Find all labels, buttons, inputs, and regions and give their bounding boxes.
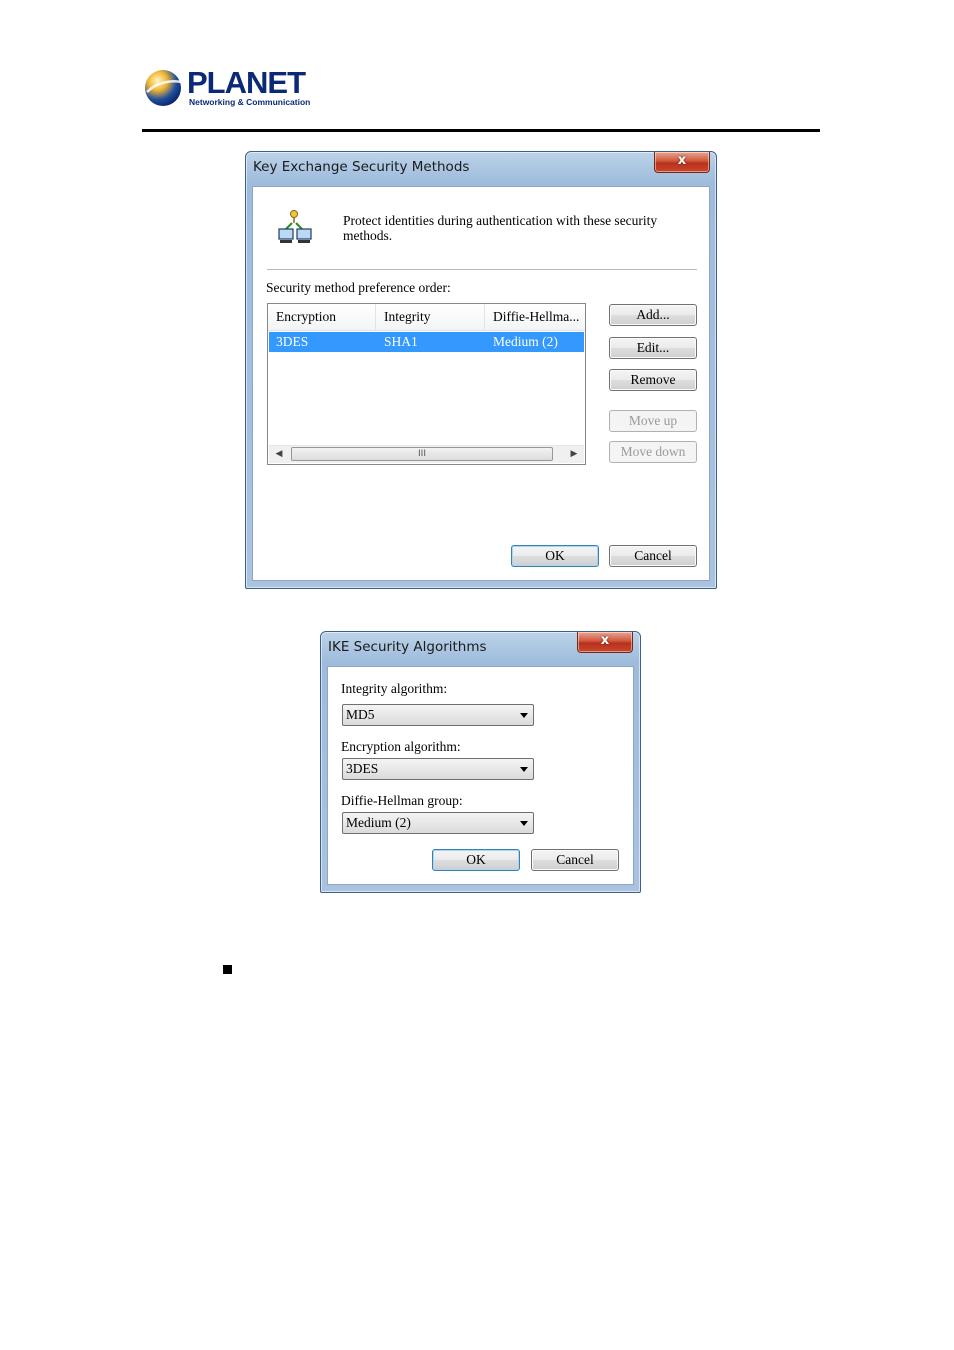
chevron-down-icon [520,821,528,826]
scroll-left-icon[interactable]: ◀ [271,447,287,462]
description-text: Protect identities during authentication… [343,213,658,243]
header-divider [142,129,820,132]
network-key-icon [278,210,312,243]
bullet-square-icon [223,965,232,974]
list-header: Encryption Integrity Diffie-Hellma... [268,304,585,331]
close-icon: x [600,633,610,648]
remove-button[interactable]: Remove [609,369,697,391]
planet-logo: PLANET Networking & Communication [143,66,313,110]
close-icon: x [677,153,687,168]
scroll-right-icon[interactable]: ▶ [566,447,582,462]
dh-group-label: Diffie-Hellman group: [341,793,463,808]
key-exchange-dialog: Key Exchange Security Methods x Protect … [245,151,717,589]
list-label: Security method preference order: [266,280,451,295]
integrity-select[interactable]: MD5 [342,704,534,726]
dialog-title: IKE Security Algorithms [328,639,487,655]
column-label: Diffie-Hellma... [493,309,580,324]
ike-security-dialog: IKE Security Algorithms x Integrity algo… [320,631,641,893]
cancel-button[interactable]: Cancel [609,545,697,567]
ok-button[interactable]: OK [511,545,599,567]
cancel-button[interactable]: Cancel [531,849,619,871]
dh-group-select[interactable]: Medium (2) [342,812,534,834]
ok-button[interactable]: OK [432,849,520,871]
table-row[interactable]: 3DES SHA1 Medium (2) [269,332,584,352]
cell-dh: Medium (2) [493,334,558,349]
integrity-value: MD5 [346,707,375,722]
close-button[interactable]: x [654,152,710,173]
logo-wordmark: PLANET [187,65,306,100]
scroll-thumb[interactable]: III [291,447,553,461]
column-label: Integrity [384,309,431,324]
edit-button[interactable]: Edit... [609,337,697,359]
globe-logo-icon [145,70,182,106]
dialog-body: Protect identities during authentication… [252,186,710,581]
separator [267,269,697,271]
encryption-select[interactable]: 3DES [342,758,534,780]
dialog-title: Key Exchange Security Methods [253,159,470,175]
security-method-list[interactable]: Encryption Integrity Diffie-Hellma... 3D… [267,303,586,465]
chevron-down-icon [520,767,528,772]
integrity-label: Integrity algorithm: [341,681,448,696]
column-header-encryption[interactable]: Encryption [268,304,376,330]
encryption-value: 3DES [346,761,379,776]
horizontal-scrollbar[interactable]: ◀ III ▶ [269,445,584,463]
dh-group-value: Medium (2) [346,815,411,830]
cell-encryption: 3DES [276,334,309,349]
chevron-down-icon [520,713,528,718]
add-button[interactable]: Add... [609,304,697,326]
encryption-label: Encryption algorithm: [341,739,461,754]
column-label: Encryption [276,309,336,324]
column-header-integrity[interactable]: Integrity [376,304,485,330]
logo-subtitle: Networking & Communication [189,97,311,107]
move-down-button[interactable]: Move down [609,441,697,463]
close-button[interactable]: x [577,632,633,653]
dialog-body: Integrity algorithm: MD5 Encryption algo… [327,666,634,885]
cell-integrity: SHA1 [384,334,418,349]
move-up-button[interactable]: Move up [609,410,697,432]
column-header-dh[interactable]: Diffie-Hellma... [485,304,585,330]
